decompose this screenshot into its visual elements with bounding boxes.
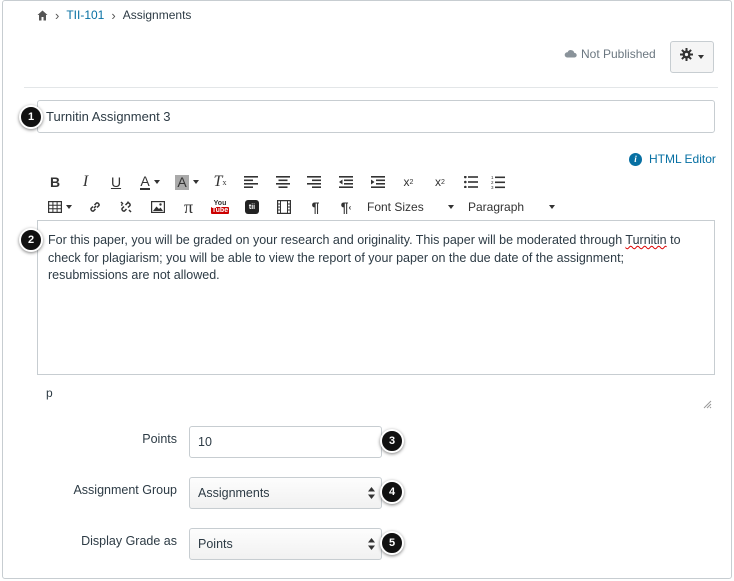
points-label: Points xyxy=(142,432,177,446)
align-right-icon[interactable] xyxy=(298,171,330,193)
rich-text-editor[interactable]: For this paper, you will be graded on yo… xyxy=(37,220,715,375)
font-sizes-label: Font Sizes xyxy=(367,200,424,214)
spellcheck-word: Turnitin xyxy=(625,233,667,247)
youtube-icon[interactable]: You Tube xyxy=(204,196,236,218)
subscript-icon[interactable]: x2 xyxy=(424,171,456,193)
align-left-icon[interactable] xyxy=(235,171,267,193)
points-value: 10 xyxy=(198,435,212,449)
html-editor-label: HTML Editor xyxy=(649,152,716,166)
breadcrumb: › TII-101 › Assignments xyxy=(36,7,192,23)
font-sizes-dropdown[interactable]: Font Sizes xyxy=(361,196,461,218)
header-divider xyxy=(24,87,718,88)
italic-icon[interactable]: I xyxy=(70,171,101,193)
callout-2: 2 xyxy=(19,228,43,252)
publish-status: Not Published xyxy=(564,47,656,61)
paragraph-format-dropdown[interactable]: Paragraph xyxy=(461,196,561,218)
chevron-down-icon xyxy=(447,205,454,209)
clear-formatting-icon[interactable]: Tx xyxy=(205,171,235,193)
publish-status-label: Not Published xyxy=(581,47,656,61)
select-arrows-icon xyxy=(368,538,375,550)
underline-icon[interactable]: U xyxy=(101,171,131,193)
unlink-icon[interactable] xyxy=(110,196,142,218)
breadcrumb-course-link[interactable]: TII-101 xyxy=(66,8,104,22)
points-input[interactable]: 10 xyxy=(189,426,382,458)
breadcrumb-separator: › xyxy=(111,7,116,23)
ltr-direction-icon[interactable]: ¶ xyxy=(300,196,331,218)
paragraph-label: Paragraph xyxy=(468,200,525,214)
svg-text:3: 3 xyxy=(491,185,494,189)
editor-element-path: p xyxy=(46,386,53,400)
display-grade-value: Points xyxy=(198,537,233,551)
cloud-icon xyxy=(564,47,577,61)
chevron-down-icon xyxy=(698,55,704,59)
media-icon[interactable] xyxy=(268,196,300,218)
callout-5: 5 xyxy=(380,531,404,555)
table-button[interactable] xyxy=(40,196,80,218)
lti-tool-icon[interactable]: tii xyxy=(236,196,268,218)
assignment-title-input[interactable] xyxy=(37,100,715,133)
background-color-button[interactable]: A xyxy=(169,171,205,193)
image-icon[interactable] xyxy=(142,196,173,218)
bold-icon[interactable]: B xyxy=(40,171,70,193)
assignment-group-value: Assignments xyxy=(198,486,270,500)
select-arrows-icon xyxy=(368,487,375,499)
gear-icon xyxy=(680,48,693,66)
editor-body-text: For this paper, you will be graded on yo… xyxy=(48,233,626,247)
breadcrumb-separator: › xyxy=(55,7,60,23)
assignment-group-select[interactable]: Assignments xyxy=(189,477,382,509)
background-color-icon: A xyxy=(175,173,189,190)
text-color-icon: A xyxy=(140,172,150,190)
callout-1: 1 xyxy=(19,105,43,129)
superscript-icon[interactable]: x2 xyxy=(393,171,424,193)
settings-menu-button[interactable] xyxy=(670,41,714,73)
display-grade-select[interactable]: Points xyxy=(189,528,382,560)
align-center-icon[interactable] xyxy=(267,171,298,193)
link-icon[interactable] xyxy=(80,196,110,218)
table-icon xyxy=(48,201,62,213)
rtl-direction-icon[interactable]: ¶ ‹ xyxy=(331,196,361,218)
bullet-list-icon[interactable] xyxy=(456,171,486,193)
chevron-down-icon xyxy=(549,205,556,209)
callout-3: 3 xyxy=(380,429,404,453)
text-color-button[interactable]: A xyxy=(131,171,169,193)
numbered-list-icon[interactable]: 123 xyxy=(486,171,510,193)
home-icon[interactable] xyxy=(36,9,48,21)
equation-icon[interactable]: π xyxy=(173,196,204,218)
display-grade-label: Display Grade as xyxy=(81,534,177,548)
outdent-icon[interactable] xyxy=(330,171,362,193)
assignment-group-label: Assignment Group xyxy=(73,483,177,497)
editor-toolbar-row-2: π You Tube tii ¶ ¶ ‹ Font Sizes Paragraph xyxy=(40,196,561,218)
editor-toolbar-row-1: B I U A A Tx x2 x2 123 xyxy=(40,171,510,193)
breadcrumb-current: Assignments xyxy=(122,8,192,22)
callout-4: 4 xyxy=(380,480,404,504)
resize-handle-icon[interactable] xyxy=(703,396,712,409)
indent-icon[interactable] xyxy=(362,171,393,193)
info-icon: i xyxy=(629,152,642,166)
html-editor-link[interactable]: i HTML Editor xyxy=(629,152,716,166)
